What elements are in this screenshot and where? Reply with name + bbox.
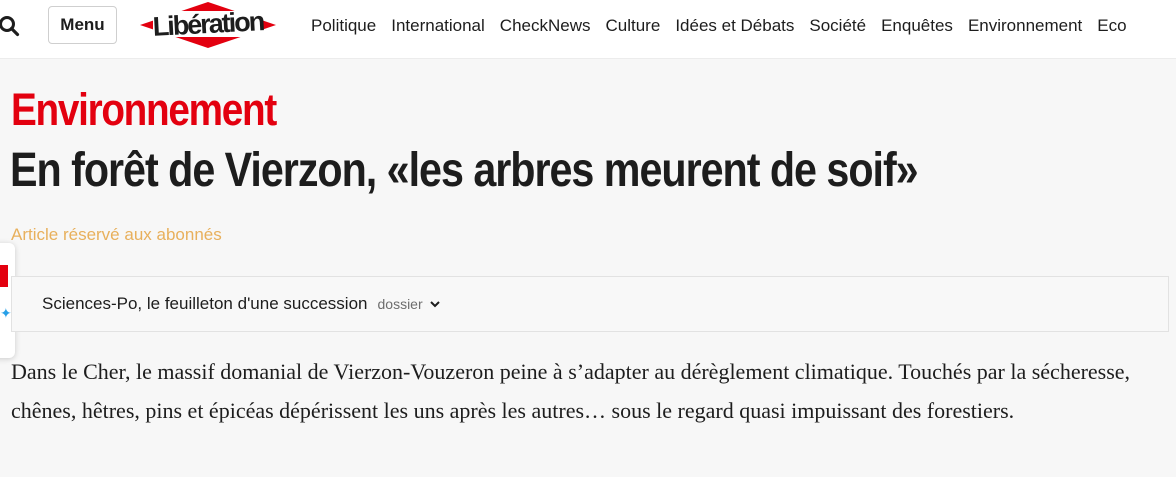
article-title: En forêt de Vierzon, «les arbres meurent… xyxy=(10,144,919,197)
chevron-down-icon xyxy=(429,300,440,308)
site-header: Menu Libération Politique International … xyxy=(0,0,1176,59)
search-icon xyxy=(0,16,20,37)
nav-item-enquetes[interactable]: Enquêtes xyxy=(881,16,953,36)
nav-item-politique[interactable]: Politique xyxy=(311,16,376,36)
nav-item-eco[interactable]: Eco xyxy=(1097,16,1126,36)
subscriber-badge: Article réservé aux abonnés xyxy=(11,225,222,244)
nav-item-culture[interactable]: Culture xyxy=(606,16,661,36)
nav-item-idees-et-debats[interactable]: Idées et Débats xyxy=(675,16,794,36)
liberation-logo[interactable]: Libération xyxy=(139,0,277,50)
nav-item-societe[interactable]: Société xyxy=(809,16,866,36)
twitter-icon[interactable]: ✦ xyxy=(0,305,12,322)
nav-item-environnement[interactable]: Environnement xyxy=(968,16,1082,36)
dossier-title: Sciences-Po, le feuilleton d'une success… xyxy=(42,294,368,313)
nav-item-international[interactable]: International xyxy=(391,16,485,36)
dossier-tag: dossier xyxy=(377,296,423,312)
article-lede: Dans le Cher, le massif domanial de Vier… xyxy=(11,359,1131,423)
logo-mark: Libération xyxy=(140,2,276,48)
menu-button[interactable]: Menu xyxy=(48,6,117,44)
dossier-dropdown[interactable]: Sciences-Po, le feuilleton d'une success… xyxy=(11,276,1169,332)
search-button[interactable] xyxy=(0,10,24,42)
logo-text: Libération xyxy=(152,6,264,42)
main-nav: Politique International CheckNews Cultur… xyxy=(311,0,1142,52)
nav-item-checknews[interactable]: CheckNews xyxy=(500,16,591,36)
share-icon[interactable] xyxy=(0,265,8,287)
section-kicker[interactable]: Environnement xyxy=(11,84,277,136)
